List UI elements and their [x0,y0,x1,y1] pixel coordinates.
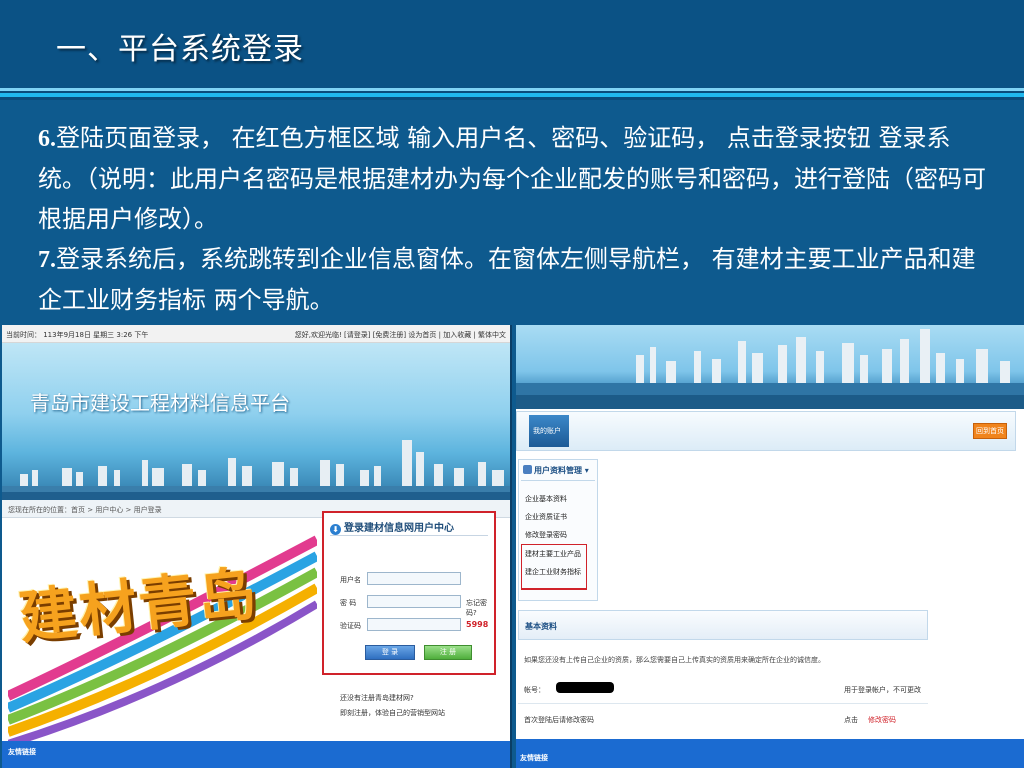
sidebar-header[interactable]: 用户资料管理 ▾ [523,465,589,476]
sidebar-header-label: 用户资料管理 [534,466,582,475]
member-center-screenshot: 我的账户 回到首页 用户资料管理 ▾ 企业基本资料 企业资质证书 修改登录密码 … [516,325,1024,768]
city-skyline-image [2,440,510,500]
city-skyline-image [516,329,1024,409]
login-page-screenshot: 当前时间： 113年9月18日 星期三 3:26 下午 您好,欢迎光临! [请登… [2,325,512,768]
nav-highlight-underline [521,589,587,590]
arrow-down-circle-icon: ⬇ [330,524,341,535]
step-6-text: 登陆页面登录， 在红色方框区域 输入用户名、密码、验证码， 点击登录按钮 登录系… [38,124,986,233]
basic-info-title: 基本资料 [525,622,557,631]
forgot-password-link[interactable]: 忘记密码? [466,598,494,618]
username-input[interactable] [367,572,461,585]
captcha-image[interactable]: 5998 [466,620,488,629]
member-banner [516,325,1024,409]
first-login-note: 首次登陆后请修改密码 [524,716,594,724]
register-hint-detail[interactable]: 即刻注册，体验自己的营销型网站 [340,708,445,718]
sidebar-divider [521,480,595,481]
current-time: 当前时间： 113年9月18日 星期三 3:26 下午 [6,331,149,339]
account-hint: 用于登录帐户，不可更改 [844,686,921,694]
sidebar-item-change-password[interactable]: 修改登录密码 [525,530,567,540]
change-password-link[interactable]: 修改密码 [868,715,896,725]
captcha-label: 验证码 [340,622,361,630]
friend-links-label: 友情链接 [520,754,548,762]
account-label: 帐号： [524,686,545,694]
register-button[interactable]: 注 册 [424,645,472,660]
site-title: 青岛市建设工程材料信息平台 [30,391,290,415]
step-6-paragraph: 6.登陆页面登录， 在红色方框区域 输入用户名、密码、验证码， 点击登录按钮 登… [38,118,998,239]
password-input[interactable] [367,595,461,608]
account-value-redacted [556,682,614,693]
step-7-text: 登录系统后，系统跳转到企业信息窗体。在窗体左侧导航栏， 有建材主要工业产品和建企… [38,245,976,314]
friend-links-bar: 友情链接 [516,739,1024,768]
password-label: 密 码 [340,599,357,607]
basic-info-header: 基本资料 [518,610,928,640]
slide-body: 6.登陆页面登录， 在红色方框区域 输入用户名、密码、验证码， 点击登录按钮 登… [38,118,998,320]
promo-banner: 建材青岛 [8,500,317,744]
member-tab-bar: 我的账户 回到首页 [516,411,1016,451]
sidebar-item-company-info[interactable]: 企业基本资料 [525,494,567,504]
basic-info-note: 如果您还没有上传自己企业的资质，那么您需要自己上传真实的资质用来确定所在企业的诚… [524,656,825,664]
login-form-highlight: ⬇ 登录建材信息网用户中心 用户名 密 码 忘记密码? 验证码 5998 登 录 … [322,511,496,675]
sidebar-item-certificates[interactable]: 企业资质证书 [525,512,567,522]
step-7-paragraph: 7.登录系统后，系统跳转到企业信息窗体。在窗体左侧导航栏， 有建材主要工业产品和… [38,239,998,320]
username-label: 用户名 [340,576,361,584]
login-form-header: ⬇ 登录建材信息网用户中心 [330,519,454,535]
step-7-number: 7. [38,247,56,273]
login-button[interactable]: 登 录 [365,645,415,660]
slide-title-bar: 一、平台系统登录 [0,0,1024,88]
top-links[interactable]: 您好,欢迎光临! [请登录] [免费注册] 设为首页 | 加入收藏 | 繁体中文 [295,330,506,340]
user-icon [523,465,532,474]
title-divider [0,88,1024,100]
top-info-strip: 当前时间： 113年9月18日 星期三 3:26 下午 您好,欢迎光临! [请登… [2,325,510,343]
site-banner: 青岛市建设工程材料信息平台 [2,343,510,500]
step-6-number: 6. [38,126,56,152]
login-header-divider [330,535,488,536]
register-hint[interactable]: 还没有注册青岛建材网? [340,693,414,703]
captcha-input[interactable] [367,618,461,631]
row-divider [518,703,928,704]
nav-highlight-box [521,544,587,589]
tab-my-account[interactable]: 我的账户 [529,415,569,447]
slide-title: 一、平台系统登录 [56,32,304,67]
login-title: 登录建材信息网用户中心 [344,523,454,534]
friend-links-label: 友情链接 [8,748,36,756]
back-home-button[interactable]: 回到首页 [973,423,1007,439]
friend-links-bar: 友情链接 [2,741,510,768]
click-label: 点击 [844,716,858,724]
